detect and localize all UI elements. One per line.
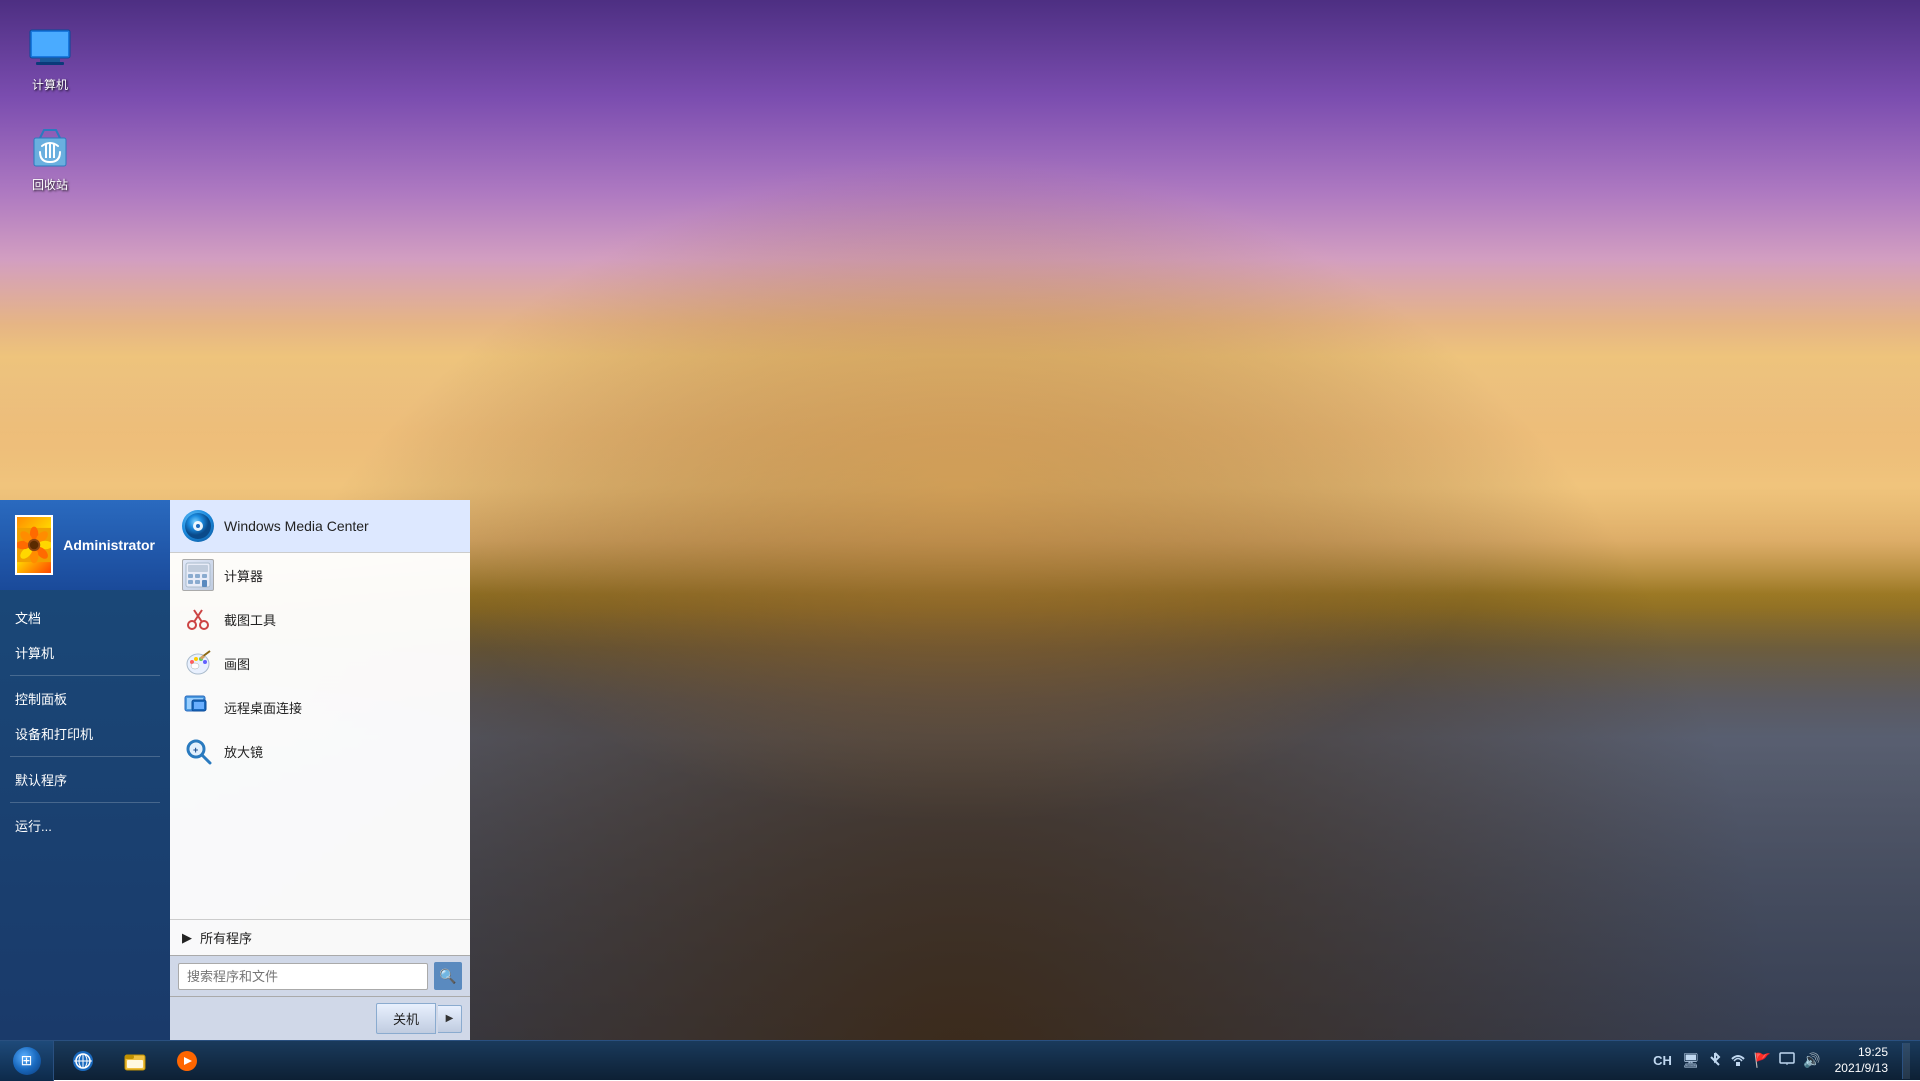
paint-label: 画图 [224, 654, 250, 673]
search-input[interactable] [178, 963, 428, 990]
wmc-icon [182, 510, 214, 542]
right-menu-defaults[interactable]: 默认程序 [0, 762, 170, 797]
right-menu-computer[interactable]: 计算机 [0, 635, 170, 670]
tray-bluetooth-icon[interactable] [1708, 1051, 1722, 1070]
wmc-label: Windows Media Center [224, 518, 369, 534]
computer-icon [26, 24, 74, 72]
clock-time: 19:25 [1835, 1045, 1888, 1061]
tray-screen-icon[interactable] [1779, 1052, 1795, 1069]
taskbar-explorer-button[interactable] [110, 1043, 160, 1079]
start-menu-left-panel: Windows Media Center 计算器 [170, 500, 470, 1040]
snip-icon [182, 603, 214, 635]
right-menu-items: 文档 计算机 控制面板 设备和打印机 默认程序 运行... [0, 590, 170, 1040]
right-menu-divider-1 [10, 675, 160, 676]
mag-icon: + [182, 735, 214, 767]
desktop-icon-recycle[interactable]: 回收站 [10, 120, 90, 197]
recycle-icon-label: 回收站 [32, 176, 68, 193]
calc-label: 计算器 [224, 566, 263, 585]
start-menu-right-panel: Administrator 文档 计算机 控制面板 设备和打印机 默认程序 运行… [0, 500, 170, 1040]
explorer-icon [124, 1050, 146, 1072]
taskbar-ie-button[interactable] [58, 1043, 108, 1079]
taskbar: CH 🖥 🚩 [0, 1040, 1920, 1080]
tray-icons: 🖥 🚩 🔊 [1682, 1051, 1821, 1070]
computer-icon-label: 计算机 [32, 76, 68, 93]
start-app-snip[interactable]: 截图工具 [170, 597, 470, 641]
desktop-icon-computer[interactable]: 计算机 [10, 20, 90, 97]
tray-network-icon[interactable] [1730, 1052, 1746, 1069]
start-orb [13, 1047, 41, 1075]
paint-icon [182, 647, 214, 679]
tray-flag-icon[interactable]: 🚩 [1754, 1052, 1771, 1069]
user-avatar [15, 515, 53, 575]
media-player-icon [176, 1050, 198, 1072]
snip-label: 截图工具 [224, 610, 276, 629]
taskbar-pinned-apps [54, 1041, 216, 1080]
show-desktop-button[interactable] [1902, 1043, 1910, 1079]
start-menu: Administrator 文档 计算机 控制面板 设备和打印机 默认程序 运行… [0, 500, 470, 1040]
search-button[interactable]: 🔍 [434, 962, 462, 990]
all-programs-label: 所有程序 [200, 928, 252, 947]
search-section: 🔍 [170, 955, 470, 996]
start-button[interactable] [0, 1041, 54, 1081]
clock-display[interactable]: 19:25 2021/9/13 [1827, 1043, 1896, 1078]
shutdown-section: 关机 ▶ [170, 996, 470, 1040]
right-menu-divider-3 [10, 802, 160, 803]
tray-volume-icon[interactable]: 🔊 [1803, 1052, 1820, 1069]
calc-icon [182, 559, 214, 591]
start-app-paint[interactable]: 画图 [170, 641, 470, 685]
shutdown-arrow-icon: ▶ [446, 1013, 454, 1024]
right-menu-docs[interactable]: 文档 [0, 600, 170, 635]
user-section[interactable]: Administrator [0, 500, 170, 590]
mag-label: 放大镜 [224, 742, 263, 761]
right-menu-run[interactable]: 运行... [0, 808, 170, 843]
rdp-icon [182, 691, 214, 723]
start-app-calc[interactable]: 计算器 [170, 553, 470, 597]
shutdown-arrow-button[interactable]: ▶ [438, 1005, 462, 1033]
ch-label: CH [1653, 1053, 1672, 1068]
svg-text:+: + [193, 745, 198, 755]
user-name-label: Administrator [63, 537, 155, 553]
recycle-icon [26, 124, 74, 172]
right-menu-devices[interactable]: 设备和打印机 [0, 716, 170, 751]
shutdown-button[interactable]: 关机 [376, 1003, 436, 1034]
right-menu-controlpanel[interactable]: 控制面板 [0, 681, 170, 716]
all-programs-arrow: ▶ [182, 930, 192, 946]
ie-icon [72, 1050, 94, 1072]
taskbar-media-button[interactable] [162, 1043, 212, 1079]
right-menu-divider-2 [10, 756, 160, 757]
start-app-wmc[interactable]: Windows Media Center [170, 500, 470, 553]
start-app-rdp[interactable]: 远程桌面连接 [170, 685, 470, 729]
taskbar-right: CH 🖥 🚩 [1653, 1043, 1920, 1079]
clock-date: 2021/9/13 [1835, 1061, 1888, 1077]
start-menu-apps-list: Windows Media Center 计算器 [170, 500, 470, 919]
all-programs-button[interactable]: ▶ 所有程序 [170, 919, 470, 955]
start-app-mag[interactable]: + 放大镜 [170, 729, 470, 773]
tray-monitor-icon[interactable]: 🖥 [1682, 1052, 1700, 1069]
rdp-label: 远程桌面连接 [224, 698, 302, 717]
